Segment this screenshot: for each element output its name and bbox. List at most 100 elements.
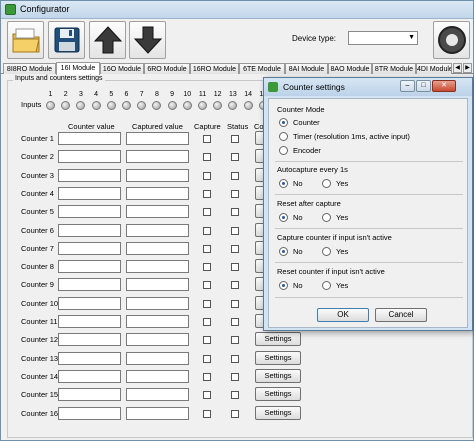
upload-button[interactable] [89,21,126,59]
tab-16i[interactable]: 16I Module [56,62,100,75]
open-folder-button[interactable] [7,21,44,59]
settings-button[interactable]: Settings [255,350,301,365]
save-button[interactable] [48,21,85,59]
settings-button[interactable]: Settings [255,387,301,402]
status-checkbox[interactable] [231,409,239,418]
status-checkbox[interactable] [231,135,239,143]
status-checkbox[interactable] [231,171,239,180]
mode-encoder-radio[interactable] [279,146,288,155]
counter-value-field[interactable] [58,186,121,200]
counter-value-field[interactable] [58,132,121,145]
counter-value-field[interactable] [58,333,121,347]
device-type-select[interactable]: ▼ [348,31,418,45]
status-checkbox[interactable] [231,226,239,235]
settings-button[interactable]: Settings [255,368,301,383]
captured-value-field[interactable] [126,315,189,328]
counter-value-field[interactable] [58,260,121,274]
ok-button[interactable]: OK [317,308,369,322]
tab-16ro[interactable]: 16RO Module [190,63,239,74]
captured-value-field[interactable] [126,205,189,219]
counter-value-field[interactable] [58,150,121,164]
reset-inactive-yes-radio[interactable] [322,281,331,290]
autocapture-no-radio[interactable] [279,179,288,188]
captured-value-field[interactable] [126,406,189,420]
captured-value-field[interactable] [126,241,189,255]
captured-value-field[interactable] [126,223,189,237]
capture-checkbox[interactable] [203,354,211,363]
tab-scroll-right-icon[interactable]: ▶ [463,63,472,73]
status-checkbox[interactable] [231,299,239,308]
download-button[interactable] [129,21,166,59]
counter-value-field[interactable] [58,315,121,328]
captured-value-field[interactable] [126,388,189,402]
counter-value-field[interactable] [58,406,121,420]
status-checkbox[interactable] [231,153,239,162]
captured-value-field[interactable] [126,278,189,292]
tab-8ai[interactable]: 8AI Module [285,63,328,74]
counter-value-field[interactable] [58,205,121,219]
capture-checkbox[interactable] [203,171,211,180]
capture-checkbox[interactable] [203,318,211,326]
captured-value-field[interactable] [126,168,189,182]
capture-checkbox[interactable] [203,281,211,290]
status-checkbox[interactable] [231,281,239,290]
counter-value-field[interactable] [58,351,121,365]
captured-value-field[interactable] [126,369,189,383]
tab-8i8ro[interactable]: 8I8RO Module [3,63,56,74]
counter-value-field[interactable] [58,278,121,292]
tab-6te[interactable]: 6TE Module [239,63,285,74]
tab-8tr[interactable]: 8TR Module [372,63,416,74]
capture-checkbox[interactable] [203,299,211,308]
reset-after-capture-yes-radio[interactable] [322,213,331,222]
tab-scroll-left-icon[interactable]: ◀ [453,63,462,73]
counter-value-field[interactable] [58,168,121,182]
capture-checkbox[interactable] [203,263,211,272]
status-checkbox[interactable] [231,189,239,198]
cancel-button[interactable]: Cancel [375,308,427,322]
reset-inactive-no-radio[interactable] [279,281,288,290]
counter-value-field[interactable] [58,241,121,255]
capture-checkbox[interactable] [203,336,211,345]
captured-value-field[interactable] [126,333,189,347]
tab-6ro[interactable]: 6RO Module [144,63,190,74]
counter-value-field[interactable] [58,388,121,402]
status-checkbox[interactable] [231,391,239,400]
settings-button[interactable]: Settings [255,405,301,420]
capture-checkbox[interactable] [203,189,211,198]
capture-inactive-no-radio[interactable] [279,247,288,256]
minimize-icon[interactable]: – [400,80,415,92]
status-checkbox[interactable] [231,244,239,253]
status-checkbox[interactable] [231,354,239,363]
tab-8ao[interactable]: 8AO Module [328,63,372,74]
counter-value-field[interactable] [58,296,121,310]
capture-checkbox[interactable] [203,372,211,381]
capture-checkbox[interactable] [203,244,211,253]
autocapture-yes-radio[interactable] [322,179,331,188]
status-checkbox[interactable] [231,372,239,381]
captured-value-field[interactable] [126,186,189,200]
maximize-icon[interactable]: □ [416,80,431,92]
settings-button[interactable]: Settings [255,332,301,347]
mode-timer-radio[interactable] [279,132,288,141]
tab-4di[interactable]: 4DI Module [416,63,452,74]
captured-value-field[interactable] [126,150,189,164]
captured-value-field[interactable] [126,296,189,310]
status-checkbox[interactable] [231,208,239,217]
capture-checkbox[interactable] [203,208,211,217]
captured-value-field[interactable] [126,260,189,274]
close-icon[interactable]: ✕ [432,80,456,92]
capture-checkbox[interactable] [203,226,211,235]
reset-after-capture-no-radio[interactable] [279,213,288,222]
status-checkbox[interactable] [231,318,239,326]
capture-checkbox[interactable] [203,135,211,143]
status-checkbox[interactable] [231,336,239,345]
tab-16o[interactable]: 16O Module [100,63,144,74]
counter-value-field[interactable] [58,223,121,237]
counter-value-field[interactable] [58,369,121,383]
capture-inactive-yes-radio[interactable] [322,247,331,256]
capture-checkbox[interactable] [203,409,211,418]
connect-button[interactable] [433,21,470,59]
capture-checkbox[interactable] [203,153,211,162]
capture-checkbox[interactable] [203,391,211,400]
captured-value-field[interactable] [126,132,189,145]
